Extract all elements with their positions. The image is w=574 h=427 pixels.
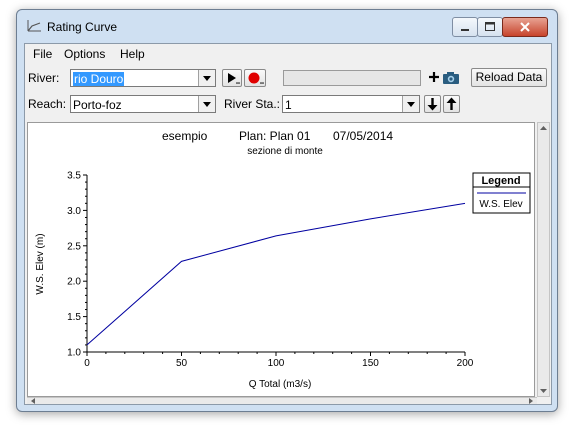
record-icon <box>248 72 264 84</box>
y-tick-label: 2.0 <box>67 277 81 288</box>
legend-title: Legend <box>481 175 520 187</box>
next-station-button[interactable] <box>424 95 441 113</box>
window-title: Rating Curve <box>47 20 118 34</box>
reload-data-button[interactable]: Reload Data <box>471 68 547 87</box>
vertical-scrollbar[interactable] <box>537 122 550 397</box>
plus-icon[interactable] <box>427 68 441 89</box>
x-tick-label: 100 <box>268 358 285 369</box>
play-button[interactable] <box>222 69 242 87</box>
chart-title-left: esempio <box>162 129 208 143</box>
legend: Legend W.S. Elev <box>472 172 531 214</box>
scroll-right-icon[interactable] <box>527 398 535 404</box>
title-bar[interactable]: Rating Curve <box>17 10 557 43</box>
menu-file[interactable]: File <box>33 47 52 61</box>
previous-station-button[interactable] <box>443 95 460 113</box>
reach-value: Porto-foz <box>73 98 122 112</box>
scroll-left-icon[interactable] <box>29 398 37 404</box>
arrow-up-icon <box>446 97 457 110</box>
river-sta-label: River Sta.: <box>224 97 281 111</box>
river-select[interactable]: rio Douro <box>70 69 216 87</box>
river-sta-select[interactable]: 1 <box>282 95 420 113</box>
series-group <box>86 202 466 346</box>
menu-bar: File Options Help <box>25 44 551 64</box>
camera-icon[interactable] <box>442 69 460 88</box>
chevron-down-icon[interactable] <box>198 70 215 86</box>
chevron-down-icon[interactable] <box>402 96 419 112</box>
x-tick-label: 200 <box>457 358 474 369</box>
y-tick-label: 2.5 <box>67 241 81 252</box>
river-sta-value: 1 <box>285 98 292 112</box>
y-axis-ticks: 1.0 1.5 2.0 2.5 3.0 3.5 <box>67 171 87 359</box>
chart-title-plan: Plan: Plan 01 <box>239 129 311 143</box>
client-area: File Options Help River: rio Douro Reloa… <box>24 43 552 405</box>
y-tick-label: 1.0 <box>67 348 81 359</box>
progress-bar <box>283 70 421 86</box>
chart-subtitle: sezione di monte <box>247 146 323 157</box>
minimize-icon <box>461 29 469 31</box>
play-icon <box>228 73 240 84</box>
x-axis-label: Q Total (m3/s) <box>249 379 312 390</box>
legend-series-label: W.S. Elev <box>479 199 522 210</box>
scroll-up-icon[interactable] <box>538 123 549 134</box>
chart-title-date: 07/05/2014 <box>333 129 393 143</box>
record-button[interactable] <box>244 69 266 87</box>
y-tick-label: 3.0 <box>67 206 81 217</box>
river-label: River: <box>28 71 60 85</box>
y-tick-label: 3.5 <box>67 171 81 182</box>
chevron-down-icon[interactable] <box>198 96 215 112</box>
rating-curve-chart: esempio Plan: Plan 01 07/05/2014 sezione… <box>35 129 531 390</box>
reach-select[interactable]: Porto-foz <box>70 95 216 113</box>
horizontal-scrollbar[interactable] <box>27 397 537 404</box>
arrow-down-icon <box>427 98 438 111</box>
close-button[interactable] <box>502 17 548 37</box>
close-icon <box>520 22 530 32</box>
rating-curve-window: Rating Curve File Options Help River: ri… <box>16 9 558 412</box>
y-axis-label: W.S. Elev (m) <box>35 233 46 294</box>
x-axis-ticks: 0 50 100 150 200 <box>84 352 474 369</box>
chart-app-icon <box>27 20 41 32</box>
reach-label: Reach: <box>28 97 67 111</box>
maximize-button[interactable] <box>477 17 503 37</box>
menu-help[interactable]: Help <box>120 47 145 61</box>
menu-options[interactable]: Options <box>64 47 105 61</box>
plot-area: esempio Plan: Plan 01 07/05/2014 sezione… <box>27 122 535 397</box>
series-line-ws-elev <box>86 202 466 346</box>
x-tick-label: 0 <box>84 358 90 369</box>
maximize-icon <box>485 22 495 31</box>
y-tick-label: 1.5 <box>67 312 81 323</box>
minimize-button[interactable] <box>452 17 478 37</box>
scroll-down-icon[interactable] <box>538 385 549 396</box>
river-value: rio Douro <box>73 72 125 86</box>
x-tick-label: 150 <box>362 358 379 369</box>
x-tick-label: 50 <box>176 358 188 369</box>
